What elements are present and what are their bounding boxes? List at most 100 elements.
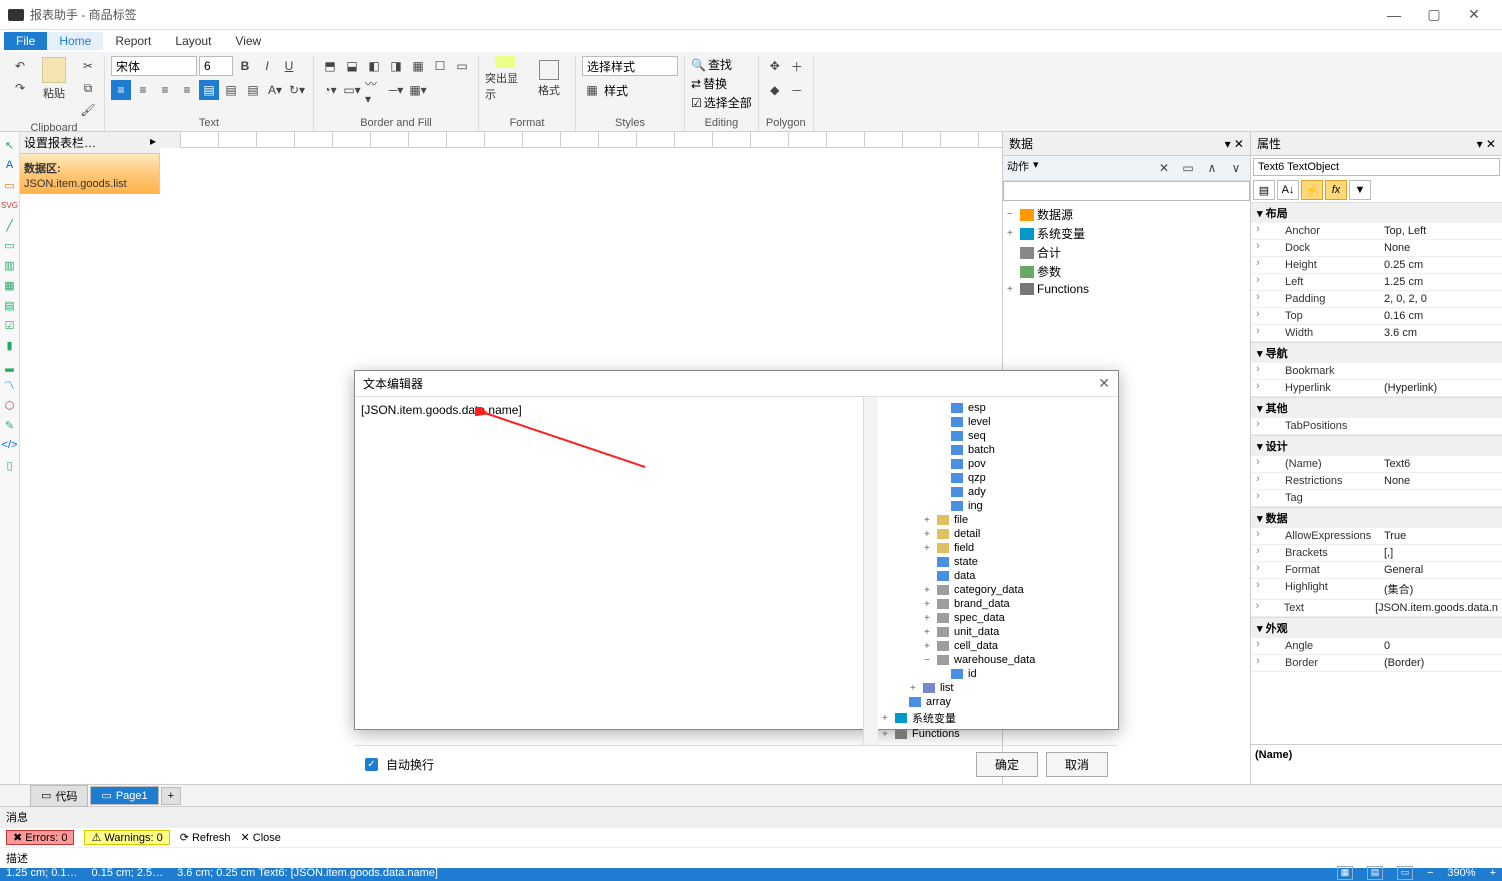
- prop-row[interactable]: ›Highlight(集合): [1251, 579, 1502, 600]
- tool-cell[interactable]: ⬡: [3, 398, 17, 412]
- menu-view[interactable]: View: [223, 32, 273, 50]
- tree-node[interactable]: +brand_data: [882, 597, 1114, 611]
- tool-text[interactable]: A: [3, 158, 17, 172]
- tree-node[interactable]: +系统变量: [882, 709, 1114, 727]
- tool-checkbox[interactable]: ☑: [3, 318, 17, 332]
- format-button[interactable]: 格式: [529, 56, 569, 102]
- prop-value[interactable]: Text6: [1380, 456, 1502, 472]
- bold-button[interactable]: B: [235, 56, 255, 76]
- tree-node[interactable]: ing: [882, 499, 1114, 513]
- wrap-checkbox[interactable]: ✓: [365, 758, 378, 771]
- align-right-button[interactable]: ≡: [155, 80, 175, 100]
- tool-line[interactable]: ╱: [3, 218, 17, 232]
- menu-file[interactable]: File: [4, 32, 47, 50]
- data-add-button[interactable]: ✕: [1154, 158, 1174, 178]
- border-right-button[interactable]: ◨: [386, 56, 406, 76]
- align-center-button[interactable]: ≡: [133, 80, 153, 100]
- close-button[interactable]: ✕: [1454, 1, 1494, 29]
- prop-row[interactable]: ›Left1.25 cm: [1251, 274, 1502, 291]
- tab-page1[interactable]: ▭Page1: [90, 786, 158, 805]
- prop-alpha-button[interactable]: A↓: [1277, 180, 1299, 200]
- tool-pointer[interactable]: ↖: [3, 138, 17, 152]
- tree-node[interactable]: batch: [882, 443, 1114, 457]
- tool-chart[interactable]: ▮: [3, 338, 17, 352]
- prop-row[interactable]: ›Height0.25 cm: [1251, 257, 1502, 274]
- zoom-in-button[interactable]: +: [1490, 867, 1496, 879]
- prop-value[interactable]: [1380, 418, 1502, 434]
- align-left-button[interactable]: ≡: [111, 80, 131, 100]
- prop-value[interactable]: [1380, 363, 1502, 379]
- font-color-button[interactable]: A▾: [265, 80, 285, 100]
- prop-value[interactable]: 0.25 cm: [1380, 257, 1502, 273]
- props-object-select[interactable]: Text6 TextObject: [1253, 158, 1500, 176]
- poly-del-button[interactable]: －: [787, 80, 807, 100]
- tool-shape[interactable]: ▭: [3, 238, 17, 252]
- prop-category[interactable]: ▾ 外观: [1251, 617, 1502, 638]
- dialog-data-tree[interactable]: esplevelseqbatchpovqzpadying+file+detail…: [878, 397, 1118, 745]
- border-bottom-button[interactable]: ⬓: [342, 56, 362, 76]
- tool-html[interactable]: </>: [3, 438, 17, 452]
- prop-row[interactable]: ›Hyperlink(Hyperlink): [1251, 380, 1502, 397]
- tree-node[interactable]: +spec_data: [882, 611, 1114, 625]
- font-size-select[interactable]: [199, 56, 233, 76]
- prop-category[interactable]: ▾ 导航: [1251, 342, 1502, 363]
- tool-table[interactable]: ▦: [3, 278, 17, 292]
- highlight-button[interactable]: 突出显示: [485, 56, 525, 102]
- errors-badge[interactable]: ✖ Errors: 0: [6, 830, 74, 845]
- tree-node[interactable]: esp: [882, 401, 1114, 415]
- tool-barcode[interactable]: ▥: [3, 258, 17, 272]
- data-down-button[interactable]: ∨: [1226, 158, 1246, 178]
- tool-chart2[interactable]: ▂: [3, 358, 17, 372]
- data-edit-button[interactable]: ▭: [1178, 158, 1198, 178]
- tree-node[interactable]: +cell_data: [882, 639, 1114, 653]
- tool-map[interactable]: ▯: [3, 458, 17, 472]
- style-select[interactable]: [582, 56, 678, 76]
- prop-row[interactable]: ›Tag: [1251, 490, 1502, 507]
- underline-button[interactable]: U: [279, 56, 299, 76]
- prop-value[interactable]: 3.6 cm: [1380, 325, 1502, 341]
- prop-row[interactable]: ›AllowExpressionsTrue: [1251, 528, 1502, 545]
- prop-row[interactable]: ›(Name)Text6: [1251, 456, 1502, 473]
- expand-left-icon[interactable]: ▸: [150, 134, 156, 151]
- prop-value[interactable]: (Border): [1380, 655, 1502, 671]
- prop-row[interactable]: ›Border(Border): [1251, 655, 1502, 672]
- tree-node[interactable]: +list: [882, 681, 1114, 695]
- copy-button[interactable]: ⧉: [78, 78, 98, 98]
- prop-row[interactable]: ›Padding2, 0, 2, 0: [1251, 291, 1502, 308]
- prop-value[interactable]: (Hyperlink): [1380, 380, 1502, 396]
- view-mode-2[interactable]: ▤: [1367, 866, 1383, 880]
- prop-value[interactable]: (集合): [1380, 579, 1502, 599]
- dialog-close-button[interactable]: ✕: [1098, 375, 1110, 392]
- tool-richtext[interactable]: ✎: [3, 418, 17, 432]
- tool-picture[interactable]: ▭: [3, 178, 17, 192]
- cell-style-button[interactable]: ▦▾: [408, 80, 428, 100]
- tree-node[interactable]: +detail: [882, 527, 1114, 541]
- view-mode-1[interactable]: ▦: [1337, 866, 1353, 880]
- select-all-button[interactable]: ☑选择全部: [691, 94, 752, 111]
- poly-add-button[interactable]: ＋: [787, 56, 807, 76]
- prop-categorized-button[interactable]: ▤: [1253, 180, 1275, 200]
- ok-button[interactable]: 确定: [976, 752, 1038, 777]
- tree-params[interactable]: 参数: [1037, 263, 1061, 280]
- border-color-button[interactable]: ▭▾: [342, 80, 362, 100]
- prop-value[interactable]: 2, 0, 2, 0: [1380, 291, 1502, 307]
- fill-color-button[interactable]: ◔▾: [320, 80, 340, 100]
- line-width-button[interactable]: 〰▾: [364, 80, 384, 100]
- valign-top-button[interactable]: ▤: [199, 80, 219, 100]
- prop-row[interactable]: ›DockNone: [1251, 240, 1502, 257]
- prop-category[interactable]: ▾ 数据: [1251, 507, 1502, 528]
- tree-node[interactable]: qzp: [882, 471, 1114, 485]
- zoom-out-button[interactable]: −: [1427, 867, 1433, 879]
- add-page-button[interactable]: +: [161, 787, 181, 805]
- menu-report[interactable]: Report: [103, 32, 163, 50]
- prop-events-button[interactable]: ⚡: [1301, 180, 1323, 200]
- tab-code[interactable]: ▭代码: [30, 785, 88, 807]
- prop-row[interactable]: ›Angle0: [1251, 638, 1502, 655]
- prop-value[interactable]: 0.16 cm: [1380, 308, 1502, 324]
- prop-fx-button[interactable]: fx: [1325, 180, 1347, 200]
- prop-value[interactable]: True: [1380, 528, 1502, 544]
- tree-node[interactable]: +field: [882, 541, 1114, 555]
- tree-node[interactable]: ady: [882, 485, 1114, 499]
- maximize-button[interactable]: ▢: [1414, 1, 1454, 29]
- border-top-button[interactable]: ⬒: [320, 56, 340, 76]
